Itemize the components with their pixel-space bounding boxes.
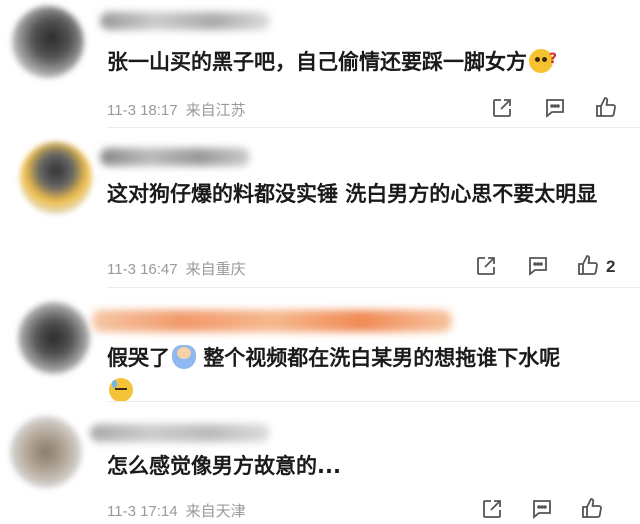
comment-text: 怎么感觉像男方故意的... — [107, 454, 341, 478]
comment-icon[interactable] — [526, 254, 550, 278]
location: 来自重庆 — [185, 261, 246, 278]
comment-body-part: 整个视频都在洗白某男的想拖谁下水呢 — [203, 346, 561, 370]
comment-icon[interactable] — [543, 96, 567, 120]
comment-meta: 11-3 17:14 来自天津 — [107, 500, 246, 521]
timestamp: 11-3 16:47 — [107, 261, 178, 278]
sweat-face-icon — [109, 378, 133, 402]
avatar[interactable] — [12, 6, 84, 78]
thumb-up-icon[interactable] — [576, 253, 600, 277]
comment-text: 这对狗仔爆的料都没实锤 洗白男方的心思不要太明显 — [107, 182, 598, 206]
share-icon[interactable] — [490, 96, 514, 120]
comment-item: 假哭了 整个视频都在洗白某男的想拖谁下水呢 — [0, 288, 640, 402]
timestamp: 11-3 18:17 — [107, 102, 178, 119]
share-icon[interactable] — [474, 254, 498, 278]
thumb-up-icon[interactable] — [594, 95, 618, 119]
avatar[interactable] — [10, 416, 82, 488]
timestamp: 11-3 17:14 — [107, 503, 178, 520]
comment-item: 张一山买的黑子吧，自己偷情还要踩一脚女方? 11-3 18:17 来自江苏 — [0, 0, 640, 128]
location: 来自江苏 — [185, 102, 246, 119]
comment-text: 张一山买的黑子吧，自己偷情还要踩一脚女方? — [107, 46, 627, 79]
comment-body-part: 假哭了 — [107, 346, 170, 370]
username[interactable] — [100, 12, 270, 30]
comment-meta: 11-3 16:47 来自重庆 — [107, 258, 246, 279]
avatar[interactable] — [20, 142, 92, 214]
location: 来自天津 — [185, 503, 246, 520]
username[interactable] — [92, 310, 452, 332]
username[interactable] — [100, 148, 250, 166]
comment-item: 怎么感觉像男方故意的... 11-3 17:14 来自天津 — [0, 402, 640, 524]
like-count: 2 — [606, 257, 616, 276]
username[interactable] — [90, 424, 270, 442]
share-icon[interactable] — [480, 497, 504, 521]
comment-text: 假哭了 整个视频都在洗白某男的想拖谁下水呢 — [107, 342, 627, 408]
comment-item: 这对狗仔爆的料都没实锤 洗白男方的心思不要太明显 11-3 16:47 来自重庆 … — [0, 128, 640, 288]
baby-face-icon — [172, 345, 196, 369]
thumb-up-icon[interactable] — [580, 496, 604, 520]
thinking-face-icon: ? — [529, 49, 557, 73]
avatar[interactable] — [18, 302, 90, 374]
comment-meta: 11-3 18:17 来自江苏 — [107, 99, 246, 120]
comment-icon[interactable] — [530, 497, 554, 521]
comment-body: 张一山买的黑子吧，自己偷情还要踩一脚女方 — [107, 50, 527, 74]
